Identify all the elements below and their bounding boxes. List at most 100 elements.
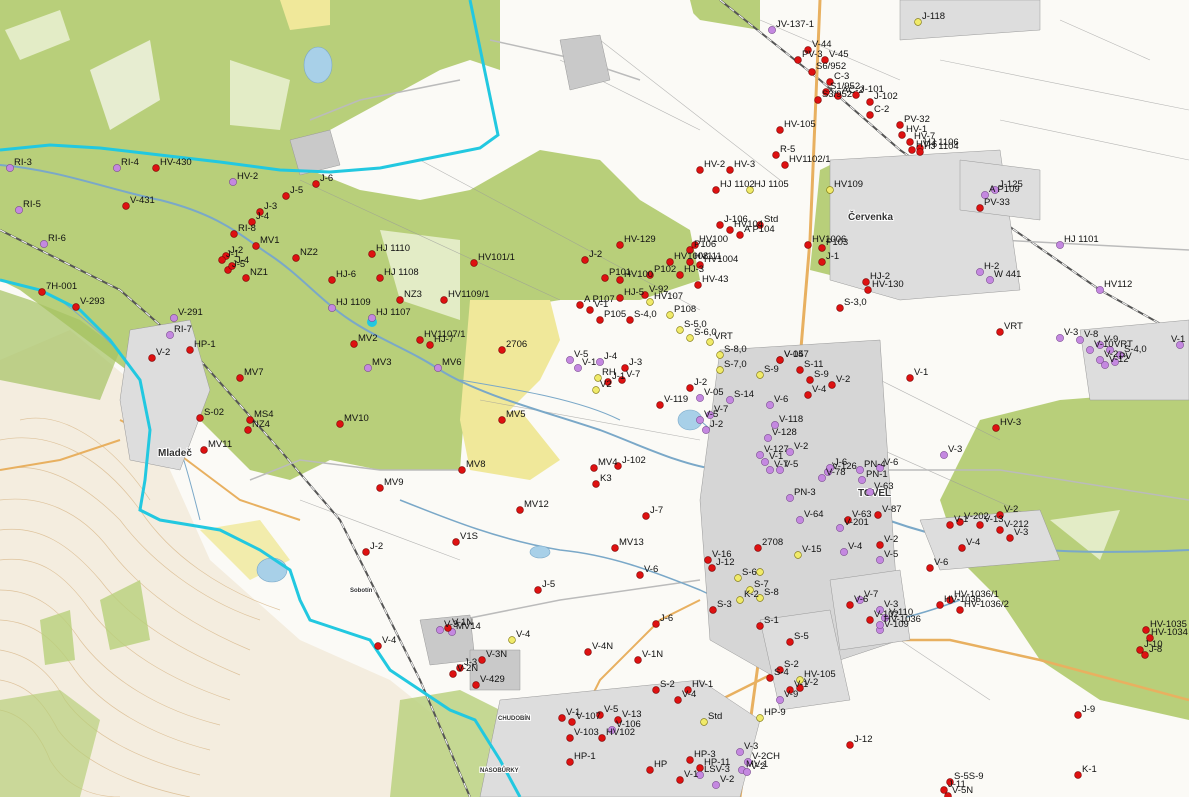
monitoring-point[interactable] (736, 748, 744, 756)
monitoring-point[interactable] (1142, 626, 1150, 634)
monitoring-point[interactable] (350, 340, 358, 348)
monitoring-point[interactable] (566, 758, 574, 766)
monitoring-point[interactable] (1101, 361, 1109, 369)
monitoring-point[interactable] (196, 414, 204, 422)
monitoring-point[interactable] (584, 648, 592, 656)
monitoring-point[interactable] (794, 551, 802, 559)
monitoring-point[interactable] (836, 524, 844, 532)
monitoring-point[interactable] (449, 670, 457, 678)
monitoring-point[interactable] (866, 111, 874, 119)
monitoring-point[interactable] (906, 374, 914, 382)
monitoring-point[interactable] (761, 458, 769, 466)
monitoring-point[interactable] (416, 336, 424, 344)
monitoring-point[interactable] (898, 131, 906, 139)
monitoring-point[interactable] (736, 231, 744, 239)
monitoring-point[interactable] (596, 316, 604, 324)
monitoring-point[interactable] (170, 314, 178, 322)
monitoring-point[interactable] (958, 544, 966, 552)
monitoring-point[interactable] (611, 544, 619, 552)
monitoring-point[interactable] (766, 674, 774, 682)
monitoring-point[interactable] (976, 204, 984, 212)
monitoring-point[interactable] (674, 696, 682, 704)
monitoring-point[interactable] (756, 622, 764, 630)
monitoring-point[interactable] (1006, 534, 1014, 542)
monitoring-point[interactable] (716, 351, 724, 359)
monitoring-point[interactable] (596, 358, 604, 366)
monitoring-point[interactable] (776, 126, 784, 134)
monitoring-point[interactable] (696, 394, 704, 402)
monitoring-point[interactable] (956, 606, 964, 614)
monitoring-point[interactable] (686, 384, 694, 392)
monitoring-point[interactable] (581, 256, 589, 264)
monitoring-point[interactable] (940, 786, 948, 794)
monitoring-point[interactable] (754, 544, 762, 552)
monitoring-point[interactable] (376, 484, 384, 492)
monitoring-point[interactable] (676, 326, 684, 334)
monitoring-point[interactable] (1056, 241, 1064, 249)
monitoring-point[interactable] (186, 346, 194, 354)
monitoring-point[interactable] (846, 601, 854, 609)
monitoring-point[interactable] (616, 294, 624, 302)
monitoring-point[interactable] (646, 298, 654, 306)
monitoring-point[interactable] (368, 250, 376, 258)
monitoring-point[interactable] (374, 642, 382, 650)
monitoring-point[interactable] (756, 451, 764, 459)
monitoring-point[interactable] (576, 301, 584, 309)
monitoring-point[interactable] (148, 354, 156, 362)
monitoring-point[interactable] (996, 526, 1004, 534)
monitoring-point[interactable] (756, 371, 764, 379)
monitoring-point[interactable] (696, 166, 704, 174)
monitoring-point[interactable] (804, 241, 812, 249)
monitoring-point[interactable] (794, 56, 802, 64)
monitoring-point[interactable] (113, 164, 121, 172)
monitoring-point[interactable] (866, 488, 874, 496)
monitoring-point[interactable] (229, 178, 237, 186)
monitoring-point[interactable] (396, 296, 404, 304)
monitoring-point[interactable] (626, 316, 634, 324)
monitoring-point[interactable] (166, 331, 174, 339)
monitoring-point[interactable] (814, 96, 822, 104)
monitoring-point[interactable] (152, 164, 160, 172)
monitoring-point[interactable] (1086, 346, 1094, 354)
monitoring-point[interactable] (992, 424, 1000, 432)
monitoring-point[interactable] (926, 564, 934, 572)
monitoring-point[interactable] (766, 466, 774, 474)
monitoring-point[interactable] (516, 506, 524, 514)
monitoring-point[interactable] (896, 121, 904, 129)
monitoring-point[interactable] (676, 271, 684, 279)
monitoring-point[interactable] (944, 792, 952, 797)
monitoring-point[interactable] (616, 241, 624, 249)
monitoring-point[interactable] (876, 556, 884, 564)
monitoring-point[interactable] (336, 420, 344, 428)
monitoring-point[interactable] (776, 696, 784, 704)
monitoring-point[interactable] (976, 521, 984, 529)
monitoring-point[interactable] (840, 548, 848, 556)
monitoring-point[interactable] (734, 574, 742, 582)
monitoring-point[interactable] (712, 781, 720, 789)
hydrogeological-map[interactable]: Mladeč Červenka TOVEL Sobotín CHUDOBÍN N… (0, 0, 1189, 797)
monitoring-point[interactable] (40, 240, 48, 248)
monitoring-point[interactable] (230, 230, 238, 238)
monitoring-point[interactable] (694, 281, 702, 289)
monitoring-point[interactable] (726, 166, 734, 174)
monitoring-point[interactable] (864, 286, 872, 294)
monitoring-point[interactable] (709, 606, 717, 614)
monitoring-point[interactable] (1056, 334, 1064, 342)
monitoring-point[interactable] (772, 151, 780, 159)
monitoring-point[interactable] (686, 756, 694, 764)
monitoring-point[interactable] (936, 601, 944, 609)
monitoring-point[interactable] (458, 466, 466, 474)
monitoring-point[interactable] (634, 656, 642, 664)
monitoring-point[interactable] (756, 714, 764, 722)
monitoring-point[interactable] (996, 328, 1004, 336)
monitoring-point[interactable] (652, 686, 660, 694)
monitoring-point[interactable] (786, 638, 794, 646)
monitoring-point[interactable] (1074, 771, 1082, 779)
monitoring-point[interactable] (826, 186, 834, 194)
monitoring-point[interactable] (876, 621, 884, 629)
monitoring-point[interactable] (652, 620, 660, 628)
monitoring-point[interactable] (636, 571, 644, 579)
monitoring-point[interactable] (700, 718, 708, 726)
monitoring-point[interactable] (866, 98, 874, 106)
monitoring-point[interactable] (586, 306, 594, 314)
